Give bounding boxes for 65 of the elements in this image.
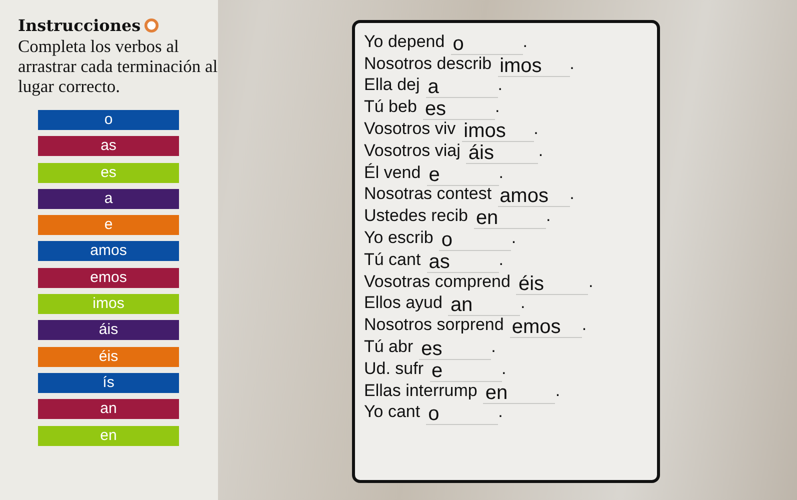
answer-field[interactable]: emos — [510, 317, 582, 338]
sentence-text: Ustedes recib — [364, 206, 468, 226]
answer-field[interactable]: es — [422, 99, 495, 120]
period: . — [491, 336, 496, 357]
answer-field[interactable]: es — [419, 338, 492, 360]
answer-field[interactable]: éis — [516, 274, 588, 295]
sentence-text: Vosotras comprend — [364, 272, 510, 292]
period: . — [494, 97, 500, 118]
answer-field[interactable]: imos — [462, 120, 534, 142]
sentence-text: Tú abr — [364, 336, 414, 357]
sentence-text: Ellas interrump — [364, 380, 478, 401]
ending-tile[interactable]: o — [38, 110, 179, 130]
ending-tile[interactable]: amos — [38, 241, 179, 262]
answer-field[interactable]: a — [426, 77, 498, 98]
answer-field[interactable]: o — [450, 34, 523, 55]
sentence-text: Vosotros viv — [364, 118, 456, 139]
period: . — [498, 402, 503, 422]
ending-tile[interactable]: a — [38, 188, 179, 209]
instructions-text: Completa los verbos al arrastrar cada terminación al lugar correcto. — [18, 36, 218, 96]
sentence-text: Nosotros describ — [364, 54, 492, 74]
sentence-text: Yo escrib — [364, 228, 434, 248]
period: . — [534, 118, 538, 139]
answer-field[interactable]: en — [474, 208, 546, 230]
sentence-text: Ellos ayud — [364, 293, 442, 314]
period: . — [570, 54, 574, 74]
circle-icon[interactable] — [144, 18, 159, 33]
answer-field[interactable]: e — [426, 164, 499, 186]
sentence-text: Él vend — [364, 162, 421, 183]
ending-tile[interactable]: emos — [38, 268, 179, 288]
period: . — [511, 228, 516, 248]
ending-tile[interactable]: ís — [38, 372, 179, 393]
period: . — [555, 380, 560, 401]
sentence-text: Nosotros sorprend — [364, 315, 504, 336]
answer-field[interactable]: amos — [498, 186, 570, 208]
period: . — [498, 75, 502, 96]
period: . — [588, 272, 594, 292]
answer-field[interactable]: an — [448, 295, 520, 316]
ending-tile[interactable]: áis — [38, 320, 179, 340]
period: . — [498, 250, 504, 270]
ending-tile[interactable]: as — [38, 136, 179, 156]
answer-field[interactable]: e — [430, 360, 502, 382]
sentence-text: Yo cant — [364, 402, 420, 422]
period: . — [546, 206, 551, 226]
sentence-text: Tú cant — [364, 250, 421, 270]
period: . — [498, 162, 504, 183]
answer-field[interactable]: en — [483, 382, 556, 404]
sentence-text: Ella dej — [364, 75, 420, 96]
sentence-text: Nosotras contest — [364, 184, 492, 204]
sentence-text: Yo depend — [364, 32, 445, 52]
period: . — [522, 32, 528, 52]
period: . — [582, 315, 587, 336]
period: . — [502, 358, 506, 379]
period: . — [538, 140, 544, 161]
answer-field[interactable]: áis — [466, 142, 538, 164]
period: . — [570, 184, 574, 204]
sentence-text: Tú beb — [364, 97, 417, 118]
answer-field[interactable]: o — [426, 404, 498, 426]
sentence-text: Ud. sufr — [364, 358, 424, 379]
sentence-text: Vosotros viaj — [364, 140, 460, 161]
answer-field[interactable]: o — [439, 230, 512, 251]
period: . — [520, 293, 526, 314]
answer-field[interactable]: as — [426, 252, 499, 273]
answer-field[interactable]: imos — [498, 56, 570, 77]
instructions-title: Instrucciones — [18, 16, 141, 35]
ending-tile[interactable]: an — [38, 399, 179, 420]
